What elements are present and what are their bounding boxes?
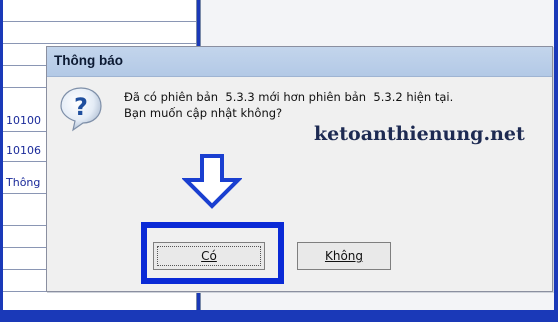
yes-button[interactable]: Có	[153, 242, 265, 270]
message-line-1: Đã có phiên bản 5.3.3 mới hơn phiên bản …	[124, 90, 454, 104]
question-icon: ?	[60, 87, 102, 132]
dialog-title-bar[interactable]: Thông báo	[47, 47, 552, 77]
watermark-text: ketoanthienung.net	[314, 123, 525, 145]
dialog-title: Thông báo	[54, 53, 123, 68]
no-button-label: Không	[324, 249, 364, 263]
svg-text:?: ?	[74, 93, 88, 121]
table-row	[3, 0, 196, 22]
yes-button-label: Có	[201, 249, 217, 263]
table-row	[3, 22, 196, 44]
yes-button-focus: Có	[157, 246, 261, 266]
window-frame-bottom	[0, 310, 558, 322]
message-dialog: Thông báo ? Đã có phiên bản 5.3.3 mới hơ…	[46, 46, 553, 292]
down-arrow-icon	[182, 154, 242, 209]
message-line-2: Bạn muốn cập nhật không?	[124, 106, 283, 120]
dialog-message: Đã có phiên bản 5.3.3 mới hơn phiên bản …	[124, 89, 453, 121]
no-button[interactable]: Không	[297, 242, 391, 270]
window-frame	[554, 0, 558, 322]
